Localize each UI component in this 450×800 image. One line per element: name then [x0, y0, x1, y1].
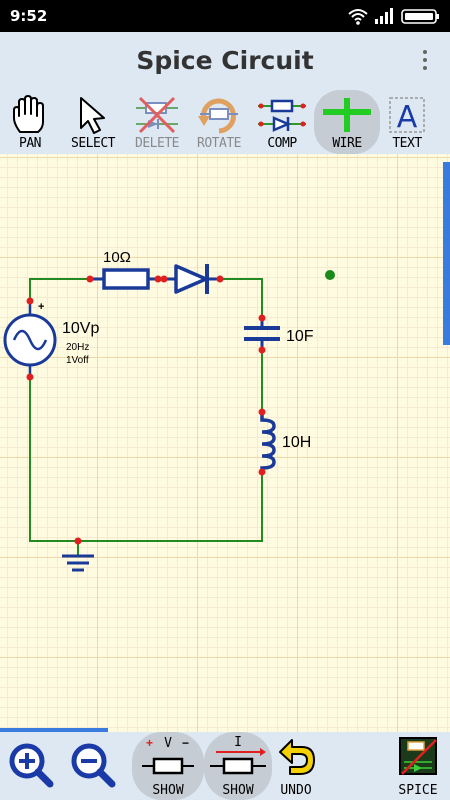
spice-simulate-icon [399, 737, 437, 775]
wire-tool[interactable]: WIRE [314, 90, 380, 154]
select-tool[interactable]: SELECT [60, 90, 126, 154]
undo-button[interactable]: UNDO [268, 732, 324, 800]
svg-text:A: A [397, 100, 418, 135]
spice-button[interactable]: SPICE [388, 732, 448, 800]
spice-label: SPICE [398, 783, 438, 798]
rotate-label: ROTATE [197, 136, 241, 151]
show-current-button[interactable]: I SHOW [204, 732, 272, 800]
wire-cursor-point [325, 270, 335, 280]
ground-symbol[interactable] [62, 554, 94, 572]
delete-tool[interactable]: DELETE [126, 90, 188, 154]
undo-label: UNDO [280, 783, 312, 798]
text-label: TEXT [392, 136, 422, 151]
capacitor-value-label: 10F [286, 328, 314, 345]
component-label: COMP [267, 136, 297, 151]
show-voltage-button[interactable]: + − V SHOW [132, 732, 204, 800]
bottom-bar: + − V SHOW I SHOW UNDO SPICE [0, 732, 450, 800]
status-bar: 9:52 [0, 0, 450, 32]
app-bar: Spice Circuit [0, 32, 450, 90]
circuit-canvas[interactable]: + 10Vp 20Hz 1Voff 10Ω 10F 10H [0, 154, 450, 734]
text-tool[interactable]: A TEXT [382, 90, 432, 154]
svg-text:I: I [234, 735, 242, 750]
zoom-out-icon [71, 743, 116, 788]
source-offset-label: 1Voff [66, 355, 89, 366]
svg-text:V: V [164, 736, 172, 751]
signal-icon [375, 8, 393, 24]
component-tool[interactable]: COMP [252, 90, 312, 154]
rotate-icon [198, 98, 238, 134]
status-icons [347, 6, 442, 26]
tool-bar: PAN SELECT DELETE ROTATE COMP WIRE A TEX… [0, 90, 450, 154]
select-label: SELECT [71, 136, 115, 151]
resistor[interactable] [90, 268, 160, 290]
pan-tool[interactable]: PAN [4, 90, 56, 154]
wire-label: WIRE [332, 136, 362, 151]
app-title: Spice Circuit [136, 46, 314, 75]
hand-icon [13, 95, 44, 133]
zoom-in-icon [9, 743, 54, 788]
delete-label: DELETE [135, 136, 179, 151]
capacitor[interactable] [244, 318, 280, 350]
show-current-label: SHOW [222, 783, 254, 798]
vertical-scrollbar[interactable] [443, 162, 450, 345]
component-icon [258, 99, 306, 132]
svg-text:+: + [146, 736, 153, 750]
zoom-out-button[interactable] [64, 732, 120, 800]
battery-icon [401, 9, 439, 24]
rotate-tool[interactable]: ROTATE [188, 90, 250, 154]
inductor[interactable] [260, 412, 276, 472]
voltage-probe-icon: + − V [142, 736, 194, 775]
pan-label: PAN [19, 136, 41, 151]
node-markers [26, 275, 266, 545]
source-frequency-label: 20Hz [66, 342, 89, 353]
wifi-icon [348, 9, 368, 25]
status-time: 9:52 [10, 7, 48, 25]
voltage-source[interactable]: + [3, 301, 57, 377]
svg-text:−: − [182, 736, 189, 750]
polarity-plus-icon: + [38, 301, 44, 313]
text-icon: A [389, 97, 425, 135]
wire-icon [323, 98, 371, 132]
diode[interactable] [160, 264, 220, 294]
zoom-in-button[interactable] [2, 732, 58, 800]
resistor-value-label: 10Ω [103, 249, 131, 266]
current-probe-icon: I [210, 735, 266, 775]
inductor-value-label: 10H [282, 434, 311, 451]
delete-icon [136, 96, 178, 134]
show-voltage-label: SHOW [152, 783, 184, 798]
source-amplitude-label: 10Vp [62, 320, 99, 337]
undo-arrow-icon [279, 739, 315, 775]
cursor-arrow-icon [80, 97, 105, 134]
overflow-menu-icon[interactable] [422, 50, 428, 74]
